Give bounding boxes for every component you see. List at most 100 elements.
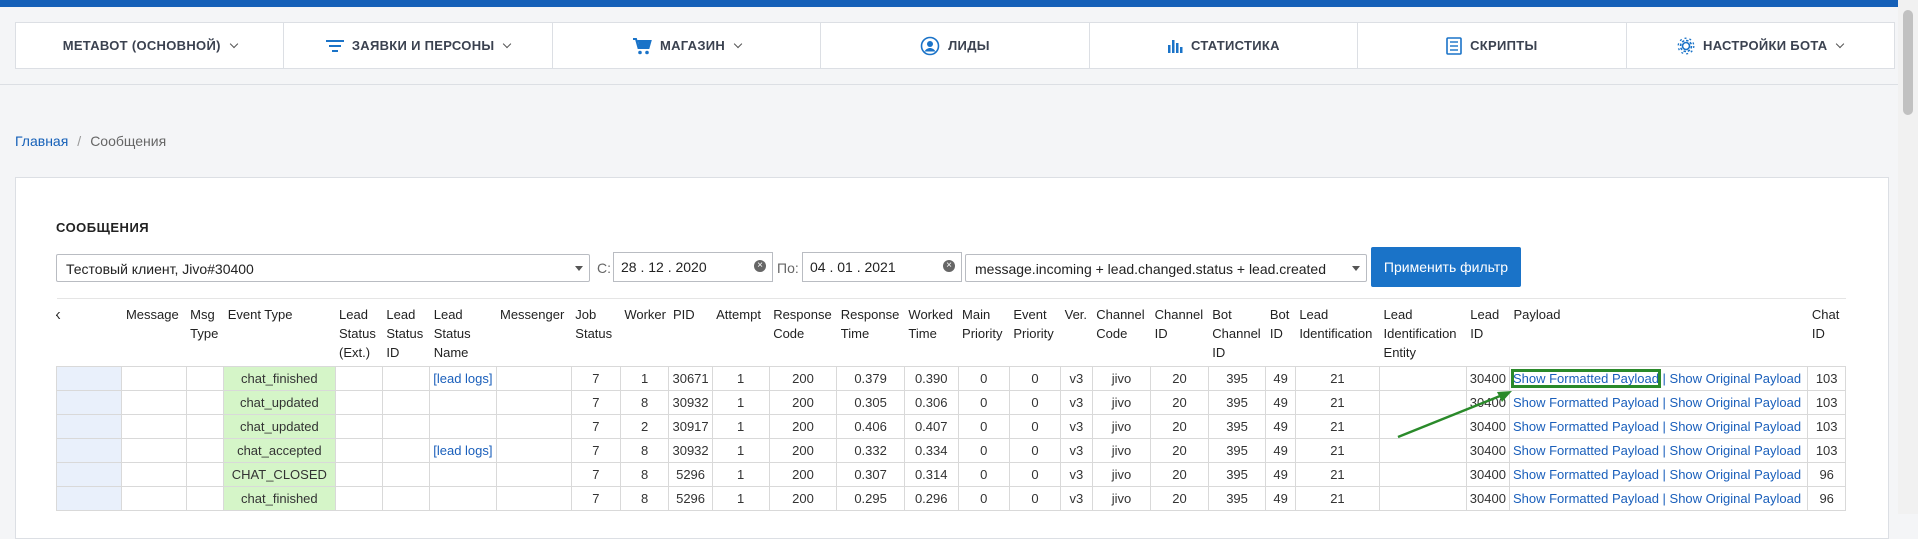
payload-separator: | [1658,491,1670,506]
event-types-select[interactable]: message.incoming + lead.changed.status +… [965,254,1367,282]
table-cell: 0.314 [903,462,959,487]
table-cell [1379,462,1467,487]
table-cell: 103 [1807,414,1846,439]
from-date-input[interactable]: 28 . 12 . 2020 × [613,252,773,282]
cart-icon [632,37,652,54]
nav-label: НАСТРОЙКИ БОТА [1703,38,1828,53]
chevron-down-icon [503,39,512,48]
nav-requests[interactable]: ЗАЯВКИ И ПЕРСОНЫ [284,23,553,68]
col-header: Lead Identification [1295,298,1380,367]
table-cell [381,366,431,391]
table-cell: 30400 [1465,414,1510,439]
table-cell [56,366,123,391]
table-cell: chat_updated [223,414,336,439]
client-select[interactable]: Тестовый клиент, Jivo#30400 [56,254,590,282]
table-cell: 395 [1207,366,1267,391]
clear-icon[interactable]: × [943,260,955,272]
clear-icon[interactable]: × [754,260,766,272]
show-formatted-payload-link[interactable]: Show Formatted Payload [1510,369,1661,388]
page-title: СООБЩЕНИЯ [56,220,150,235]
table-cell [185,414,225,439]
show-formatted-payload-link[interactable]: Show Formatted Payload [1513,419,1659,434]
show-formatted-payload-link[interactable]: Show Formatted Payload [1513,491,1659,506]
table-cell: 8 [619,438,670,463]
chevron-down-icon [1836,39,1845,48]
payload-separator: | [1658,419,1670,434]
col-header: Worker [620,298,669,367]
table-cell: 49 [1265,462,1296,487]
col-header: Lead Status (Ext.) [335,298,383,367]
table-cell: v3 [1060,366,1093,391]
show-original-payload-link[interactable]: Show Original Payload [1670,419,1802,434]
col-header: Ver. [1060,298,1093,367]
col-header: Event Priority [1009,298,1061,367]
show-formatted-payload-link[interactable]: Show Formatted Payload [1513,443,1659,458]
scrollbar-thumb[interactable] [1903,10,1913,115]
table-cell [381,462,431,487]
bar-chart-icon [1167,39,1183,53]
show-original-payload-link[interactable]: Show Original Payload [1670,443,1802,458]
table-cell [1379,366,1467,391]
breadcrumb-home-link[interactable]: Главная [15,133,68,149]
show-formatted-payload-link[interactable]: Show Formatted Payload [1513,467,1659,482]
table-cell: 7 [570,390,621,415]
table-header-row: ok Message Msg Type Event Type Lead Stat… [56,298,1846,367]
payload-separator: | [1658,467,1670,482]
nav-leads[interactable]: ЛИДЫ [821,23,1090,68]
show-original-payload-link[interactable]: Show Original Payload [1670,395,1802,410]
nav-shop[interactable]: МАГАЗИН [553,23,822,68]
table-cell [56,486,123,511]
lead-logs-link[interactable]: [lead logs] [433,443,492,458]
apply-filter-button[interactable]: Применить фильтр [1371,247,1521,287]
nav-metabot[interactable]: МЕТАВОТ (ОСНОВНОЙ) [16,23,285,68]
col-header: Chat ID [1807,298,1846,367]
table-cell: 0.307 [836,462,905,487]
table-cell: 200 [768,462,838,487]
table-cell: 0 [1008,414,1062,439]
breadcrumb-current: Сообщения [90,133,167,149]
table-cell: 1 [711,366,770,391]
user-circle-icon [920,36,940,55]
col-header: ok [56,298,122,367]
show-original-payload-link[interactable]: Show Original Payload [1670,491,1802,506]
table-cell: 103 [1807,438,1846,463]
document-icon [1446,36,1462,55]
table-cell: 20 [1150,462,1209,487]
to-date-input[interactable]: 04 . 01 . 2021 × [802,252,962,282]
table-cell [56,438,123,463]
table-cell: 7 [570,462,621,487]
table-cell: CHAT_CLOSED [223,462,336,487]
gear-icon [1677,37,1695,54]
table-cell: 0 [957,414,1010,439]
lead-logs-link[interactable]: [lead logs] [433,371,492,386]
page-scrollbar[interactable] [1898,0,1918,514]
col-header: Channel Code [1092,298,1151,367]
show-original-payload-link[interactable]: Show Original Payload [1670,371,1802,386]
nav-statistics[interactable]: СТАТИСТИКА [1090,23,1359,68]
table-cell [495,366,572,391]
table-cell: jivo [1091,390,1152,415]
table-cell: 8 [619,486,670,511]
table-cell: 30400 [1465,462,1510,487]
table-cell: 1 [711,438,770,463]
col-header: Msg Type [186,298,224,367]
table-body: chat_finished [lead logs] 7 1 30671 1 200 0.379… [56,366,1846,511]
nav-scripts[interactable]: СКРИПТЫ [1358,23,1627,68]
show-original-payload-link[interactable]: Show Original Payload [1670,467,1802,482]
table-cell: 30400 [1465,390,1510,415]
table-cell [495,486,572,511]
show-formatted-payload-link[interactable]: Show Formatted Payload [1513,395,1659,410]
table-cell: v3 [1060,462,1093,487]
table-cell: 200 [768,366,838,391]
table-cell: Show Formatted Payload | Show Original P… [1508,486,1809,511]
table-cell [185,438,225,463]
col-header: Channel ID [1150,298,1209,367]
table-cell [429,486,497,511]
chevron-down-icon [733,39,743,48]
table-cell: 49 [1265,366,1296,391]
nav-bot-settings[interactable]: НАСТРОЙКИ БОТА [1627,23,1894,68]
table-cell [381,390,431,415]
table-cell: 395 [1207,486,1267,511]
nav-label: СТАТИСТИКА [1190,38,1280,53]
table-cell: 0 [957,390,1010,415]
